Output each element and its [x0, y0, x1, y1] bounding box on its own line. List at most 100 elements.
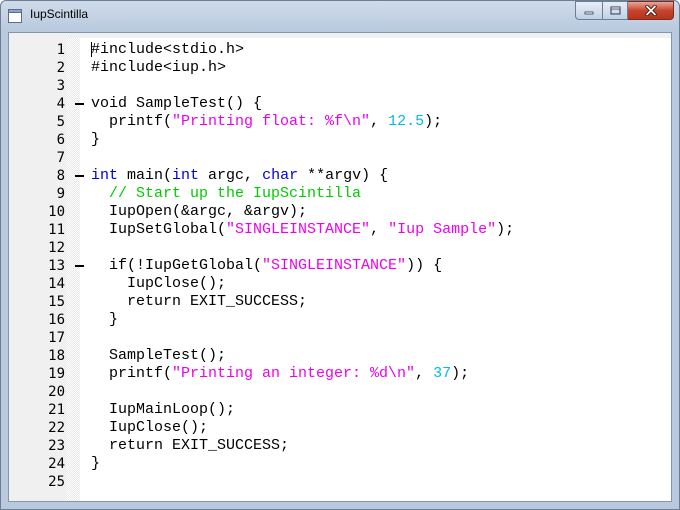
code-token: return EXIT_SUCCESS;	[91, 437, 290, 454]
code-line[interactable]: 16 }	[9, 311, 671, 329]
fold-marker-icon[interactable]	[75, 175, 84, 177]
title-bar[interactable]: IupScintilla	[1, 1, 679, 31]
window-controls	[575, 1, 674, 20]
code-token: SampleTest();	[91, 347, 227, 364]
maximize-button[interactable]	[602, 1, 628, 20]
code-line[interactable]: 7	[9, 149, 671, 167]
line-number: 1	[56, 42, 65, 58]
code-token: IupOpen(&argc, &argv);	[91, 203, 308, 220]
fold-marker-icon[interactable]	[75, 265, 84, 267]
code-token: }	[91, 455, 101, 472]
maximize-icon	[610, 6, 620, 15]
code-line[interactable]: 12	[9, 239, 671, 257]
code-line[interactable]: 18 SampleTest();	[9, 347, 671, 365]
line-number: 6	[56, 132, 65, 148]
fold-marker-icon[interactable]	[75, 103, 84, 105]
code-line[interactable]: 1 #include<stdio.h>	[9, 41, 671, 59]
minimize-icon	[584, 11, 594, 14]
code-line[interactable]: 17	[9, 329, 671, 347]
line-number: 14	[48, 276, 65, 292]
scintilla-editor[interactable]: 1 #include<stdio.h> 2 #include<iup.h> 3 4 void…	[9, 38, 671, 501]
code-token: IupSetGlobal(	[91, 221, 227, 238]
line-number: 10	[48, 204, 65, 220]
code-token: "SINGLEINSTANCE"	[226, 221, 371, 238]
code-line[interactable]: 13 if(!IupGetGlobal("SINGLEINSTANCE")) {	[9, 257, 671, 275]
code-token: "Printing float: %f\n"	[172, 113, 371, 130]
code-line[interactable]: 9 // Start up the IupScintilla	[9, 185, 671, 203]
code-text: void SampleTest() {	[91, 95, 262, 113]
code-token: IupClose();	[91, 275, 227, 292]
code-line[interactable]: 14 IupClose();	[9, 275, 671, 293]
code-line[interactable]: 20	[9, 383, 671, 401]
code-text: IupOpen(&argc, &argv);	[91, 203, 307, 221]
code-token: int	[172, 167, 200, 184]
code-line[interactable]: 5 printf("Printing float: %f\n", 12.5);	[9, 113, 671, 131]
code-token: }	[91, 311, 119, 328]
close-button[interactable]	[628, 1, 674, 20]
line-number: 7	[56, 150, 65, 166]
code-line[interactable]: 11 IupSetGlobal("SINGLEINSTANCE", "Iup S…	[9, 221, 671, 239]
code-token: IupClose();	[91, 419, 209, 436]
line-number: 12	[48, 240, 65, 256]
code-token: IupMainLoop();	[91, 401, 236, 418]
code-text: }	[91, 131, 100, 149]
code-line[interactable]: 2 #include<iup.h>	[9, 59, 671, 77]
app-icon	[8, 9, 22, 23]
code-line[interactable]: 22 IupClose();	[9, 419, 671, 437]
code-text: // Start up the IupScintilla	[91, 185, 361, 203]
line-number: 3	[56, 78, 65, 94]
code-line[interactable]: 3	[9, 77, 671, 95]
code-text: }	[91, 455, 100, 473]
code-line[interactable]: 8 int main(int argc, char **argv) {	[9, 167, 671, 185]
code-token: return EXIT_SUCCESS;	[91, 293, 308, 310]
code-text: printf("Printing an integer: %d\n", 37);	[91, 365, 469, 383]
code-token: ,	[415, 365, 434, 382]
code-token: "Printing an integer: %d\n"	[172, 365, 416, 382]
code-token: **argv) {	[298, 167, 389, 184]
code-text: SampleTest();	[91, 347, 226, 365]
code-token: int	[91, 167, 119, 184]
app-window: IupScintilla 1 #include<stdio.h> 2 #incl…	[0, 0, 680, 510]
code-token: if(!IupGetGlobal(	[91, 257, 263, 274]
client-area: 1 #include<stdio.h> 2 #include<iup.h> 3 4 void…	[8, 32, 672, 502]
code-token: ,	[370, 221, 389, 238]
code-text: printf("Printing float: %f\n", 12.5);	[91, 113, 442, 131]
line-number: 4	[56, 96, 65, 112]
code-line[interactable]: 10 IupOpen(&argc, &argv);	[9, 203, 671, 221]
minimize-button[interactable]	[575, 1, 602, 20]
code-token: );	[496, 221, 515, 238]
code-line[interactable]: 23 return EXIT_SUCCESS;	[9, 437, 671, 455]
line-number: 16	[48, 312, 65, 328]
code-line[interactable]: 19 printf("Printing an integer: %d\n", 3…	[9, 365, 671, 383]
code-text: }	[91, 311, 118, 329]
close-icon	[644, 5, 657, 16]
code-token: void SampleTest() {	[91, 95, 263, 112]
code-token: #include<stdio.h>	[91, 41, 245, 58]
code-token: printf(	[91, 113, 173, 130]
code-token: 12.5	[388, 113, 425, 130]
line-number: 9	[56, 186, 65, 202]
code-token: main(	[118, 167, 173, 184]
line-number: 22	[48, 420, 65, 436]
code-token: printf(	[91, 365, 173, 382]
code-token: );	[451, 365, 470, 382]
line-number: 5	[56, 114, 65, 130]
code-line[interactable]: 6}	[9, 131, 671, 149]
code-text: return EXIT_SUCCESS;	[91, 437, 289, 455]
code-line[interactable]: 24}	[9, 455, 671, 473]
code-token: )) {	[406, 257, 443, 274]
code-line[interactable]: 15 return EXIT_SUCCESS;	[9, 293, 671, 311]
line-number: 11	[48, 222, 65, 238]
code-text: return EXIT_SUCCESS;	[91, 293, 307, 311]
code-line[interactable]: 21 IupMainLoop();	[9, 401, 671, 419]
line-number: 17	[48, 330, 65, 346]
line-number: 18	[48, 348, 65, 364]
line-number: 15	[48, 294, 65, 310]
code-line[interactable]: 4 void SampleTest() {	[9, 95, 671, 113]
code-token: "SINGLEINSTANCE"	[262, 257, 407, 274]
line-number: 21	[48, 402, 65, 418]
code-token: );	[424, 113, 443, 130]
code-line[interactable]: 25	[9, 473, 671, 491]
code-text: IupMainLoop();	[91, 401, 235, 419]
